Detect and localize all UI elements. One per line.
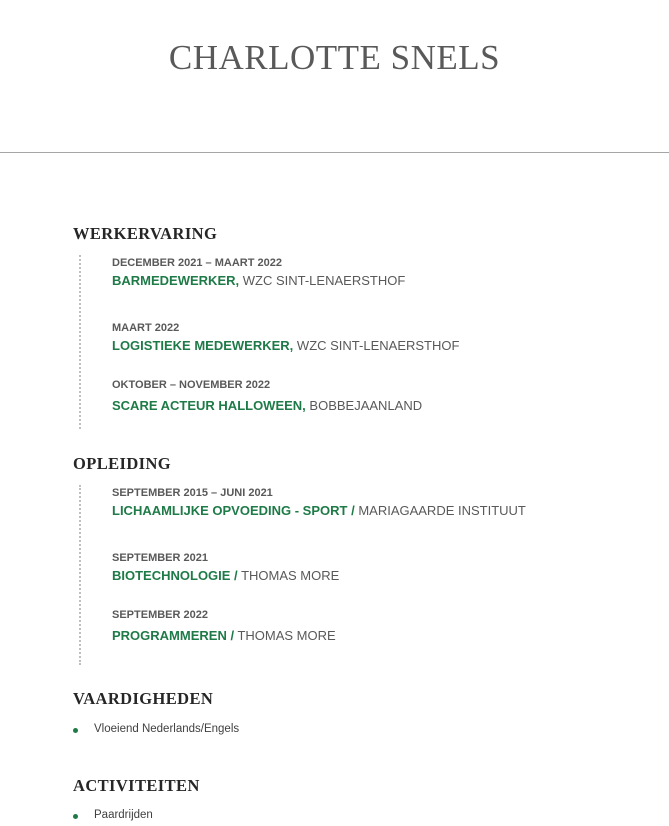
list-item: Paardrijden [73, 809, 153, 821]
entry-line: LOGISTIEKE MEDEWERKER, WZC SINT-LENAERST… [112, 338, 632, 354]
list-item: Vloeiend Nederlands/Engels [73, 723, 239, 735]
education-entry: SEPTEMBER 2015 – JUNI 2021 LICHAAMLIJKE … [112, 486, 632, 519]
work-entry: DECEMBER 2021 – MAART 2022 BARMEDEWERKER… [112, 256, 632, 289]
section-title-skills: VAARDIGHEDEN [73, 689, 214, 708]
work-entry: OKTOBER – NOVEMBER 2022 SCARE ACTEUR HAL… [112, 378, 632, 414]
entry-org: WZC SINT-LENAERSTHOF [242, 273, 406, 288]
entry-line: LICHAAMLIJKE OPVOEDING - SPORT / MARIAGA… [112, 503, 632, 519]
entry-title: LICHAAMLIJKE OPVOEDING - SPORT / [112, 503, 355, 518]
entry-org: MARIAGAARDE INSTITUUT [358, 503, 526, 518]
entry-title: BIOTECHNOLOGIE / [112, 568, 238, 583]
entry-date: OKTOBER – NOVEMBER 2022 [112, 379, 271, 391]
entry-title: BARMEDEWERKER, [112, 273, 240, 288]
header-divider [0, 152, 669, 153]
entry-title: LOGISTIEKE MEDEWERKER, [112, 338, 294, 353]
education-timeline-line [79, 485, 81, 665]
education-entry: SEPTEMBER 2021 BIOTECHNOLOGIE / THOMAS M… [112, 551, 632, 584]
education-entry: SEPTEMBER 2022 PROGRAMMEREN / THOMAS MOR… [112, 608, 632, 644]
entry-line: BARMEDEWERKER, WZC SINT-LENAERSTHOF [112, 273, 632, 289]
entry-org: THOMAS MORE [241, 568, 340, 583]
candidate-name: CHARLOTTE SNELS [168, 38, 501, 77]
list-item-text: Paardrijden [94, 809, 153, 821]
work-entry: MAART 2022 LOGISTIEKE MEDEWERKER, WZC SI… [112, 321, 632, 354]
entry-date: DECEMBER 2021 – MAART 2022 [112, 257, 282, 269]
list-item-text: Vloeiend Nederlands/Engels [94, 723, 240, 735]
bullet-icon [73, 814, 78, 819]
section-title-education: OPLEIDING [73, 454, 172, 473]
entry-org: WZC SINT-LENAERSTHOF [296, 338, 460, 353]
section-title-activities: ACTIVITEITEN [73, 776, 200, 795]
entry-line: BIOTECHNOLOGIE / THOMAS MORE [112, 568, 632, 584]
entry-date: SEPTEMBER 2021 [112, 552, 208, 564]
entry-date: MAART 2022 [112, 322, 180, 334]
entry-org: THOMAS MORE [237, 628, 336, 643]
entry-title: PROGRAMMEREN / [112, 628, 235, 643]
entry-date: SEPTEMBER 2022 [112, 609, 208, 621]
entry-date: SEPTEMBER 2015 – JUNI 2021 [112, 487, 273, 499]
bullet-icon [73, 728, 78, 733]
entry-line: SCARE ACTEUR HALLOWEEN, BOBBEJAANLAND [112, 398, 632, 414]
section-title-work: WERKERVARING [73, 224, 218, 243]
work-timeline-line [79, 255, 81, 429]
entry-line: PROGRAMMEREN / THOMAS MORE [112, 628, 632, 644]
entry-org: BOBBEJAANLAND [309, 398, 423, 413]
entry-title: SCARE ACTEUR HALLOWEEN, [112, 398, 306, 413]
